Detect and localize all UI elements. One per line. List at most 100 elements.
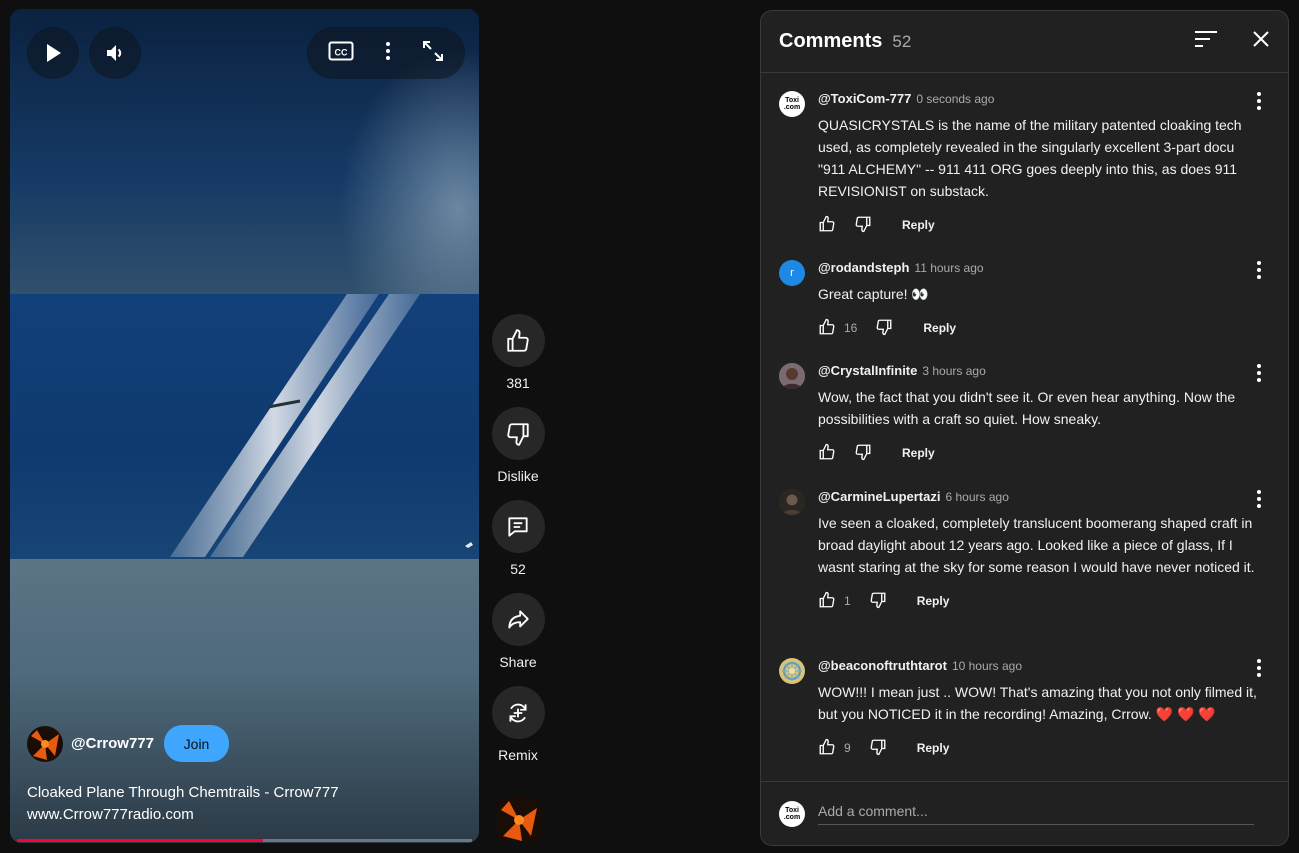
fullscreen-button[interactable] (422, 40, 444, 67)
comment-author[interactable]: @rodandsteph (818, 260, 909, 275)
kebab-icon (1257, 261, 1261, 279)
channel-name[interactable]: @Crrow777 (71, 735, 154, 752)
comment-avatar[interactable] (779, 363, 805, 389)
comment-text: QUASICRYSTALS is the name of the militar… (818, 117, 1242, 199)
add-comment-row: Toxi .com Add a comment... (761, 781, 1288, 845)
progress-bar[interactable] (17, 839, 472, 842)
video-title-line1: Cloaked Plane Through Chemtrails - Crrow… (27, 784, 339, 801)
comment-like-count: 9 (844, 741, 851, 755)
like-action: 381 (488, 314, 548, 393)
comment-like-button[interactable] (818, 318, 836, 339)
comment-dislike-button[interactable] (854, 443, 872, 464)
comment-menu-button[interactable] (1256, 489, 1262, 514)
volume-icon (107, 45, 122, 61)
captions-button[interactable]: CC (328, 40, 354, 67)
reply-button[interactable]: Reply (902, 218, 935, 232)
add-comment-input[interactable]: Add a comment... (818, 803, 1254, 825)
play-icon (47, 44, 61, 62)
channel-avatar[interactable] (27, 725, 63, 762)
play-button[interactable] (27, 27, 79, 79)
progress-fill (17, 839, 263, 842)
dislike-action: Dislike (488, 407, 548, 486)
close-icon (1253, 31, 1269, 47)
comment-text: Ive seen a cloaked, completely transluce… (818, 515, 1255, 575)
kebab-icon (1257, 364, 1261, 382)
comment-dislike-button[interactable] (869, 738, 887, 759)
thumbs-up-icon (819, 738, 835, 754)
comment-avatar[interactable] (779, 489, 805, 515)
dislike-label: Dislike (497, 468, 539, 484)
sound-thumbnail[interactable] (497, 798, 541, 842)
comment-avatar[interactable]: Toxi .com (779, 91, 805, 117)
comment-like-button[interactable] (818, 738, 836, 759)
share-icon (508, 609, 529, 629)
comment-text: Wow, the fact that you didn't see it. Or… (818, 389, 1236, 427)
comment-author[interactable]: @ToxiCom-777 (818, 91, 911, 106)
comments-button[interactable] (491, 500, 545, 553)
reply-button[interactable]: Reply (902, 446, 935, 460)
join-button[interactable]: Join (164, 725, 229, 762)
comment-dislike-button[interactable] (869, 591, 887, 612)
comment-avatar[interactable]: r (779, 260, 805, 286)
thumbs-up-icon (819, 591, 835, 607)
close-button[interactable] (1252, 30, 1270, 53)
comment-author[interactable]: @CarmineLupertazi (818, 489, 940, 504)
like-count: 381 (506, 375, 530, 391)
video-title-line2[interactable]: www.Crrow777radio.com (27, 804, 447, 826)
more-options-button[interactable] (385, 41, 391, 66)
comment-like-count: 16 (844, 321, 858, 335)
thumbs-up-icon (507, 328, 529, 352)
avatar-text: .com (783, 104, 801, 111)
kebab-icon (1257, 490, 1261, 508)
comment-author[interactable]: @beaconoftruthtarot (818, 658, 947, 673)
cc-icon: CC (328, 41, 354, 60)
expand-icon (422, 40, 443, 61)
comment-dislike-button[interactable] (875, 318, 893, 339)
remix-label: Remix (498, 747, 538, 763)
comments-panel: Comments 52 Toxi .com @ToxiCom-777 0 secon… (760, 10, 1289, 846)
reply-button[interactable]: Reply (917, 594, 950, 608)
video-title: Cloaked Plane Through Chemtrails - Crrow… (27, 782, 447, 826)
comment-time: 10 hours ago (951, 659, 1023, 673)
volume-button[interactable] (89, 27, 141, 79)
comment-menu-button[interactable] (1256, 658, 1262, 683)
remix-button[interactable] (491, 686, 545, 739)
comments-title: Comments (779, 30, 883, 52)
thumbs-up-icon (819, 443, 835, 459)
comment-item: r @rodandsteph 11 hours ago Great capture… (779, 260, 1274, 339)
thumbs-down-icon (855, 444, 871, 460)
share-button[interactable] (491, 593, 545, 646)
dislike-button[interactable] (491, 407, 545, 460)
comment-like-button[interactable] (818, 591, 836, 612)
comment-menu-button[interactable] (1256, 363, 1262, 388)
action-rail: 381 Dislike 52 Share Remix (488, 314, 548, 779)
reply-button[interactable]: Reply (917, 741, 950, 755)
comment-like-button[interactable] (818, 215, 836, 236)
comment-item: @CrystalInfinite 3 hours ago Wow, the fac… (779, 363, 1274, 464)
sort-icon (1195, 31, 1217, 47)
video-player[interactable]: CC @Crrow777 Join Cloaked Plane Through … (10, 9, 479, 843)
comment-like-count: 1 (844, 594, 851, 608)
comment-item: Toxi .com @ToxiCom-777 0 seconds ago QUASI… (779, 91, 1274, 236)
comment-text: Great capture! 👀 (818, 286, 929, 302)
thumbs-down-icon (870, 592, 886, 608)
comment-icon (508, 516, 528, 537)
comment-time: 3 hours ago (922, 364, 986, 378)
svg-text:CC: CC (335, 47, 348, 57)
reply-button[interactable]: Reply (923, 321, 956, 335)
contrails-graphic (170, 294, 473, 557)
share-label: Share (499, 654, 537, 670)
thumbs-up-icon (819, 215, 835, 231)
comment-avatar[interactable] (779, 658, 805, 684)
like-button[interactable] (491, 314, 545, 367)
comment-dislike-button[interactable] (854, 215, 872, 236)
sort-button[interactable] (1194, 30, 1218, 53)
thumbs-down-icon (507, 422, 529, 446)
comment-menu-button[interactable] (1256, 260, 1262, 285)
comments-header: Comments 52 (761, 11, 1288, 73)
remix-icon (509, 703, 527, 722)
comment-author[interactable]: @CrystalInfinite (818, 363, 917, 378)
avatar-text: .com (783, 813, 801, 821)
comment-menu-button[interactable] (1256, 91, 1262, 116)
comment-like-button[interactable] (818, 443, 836, 464)
